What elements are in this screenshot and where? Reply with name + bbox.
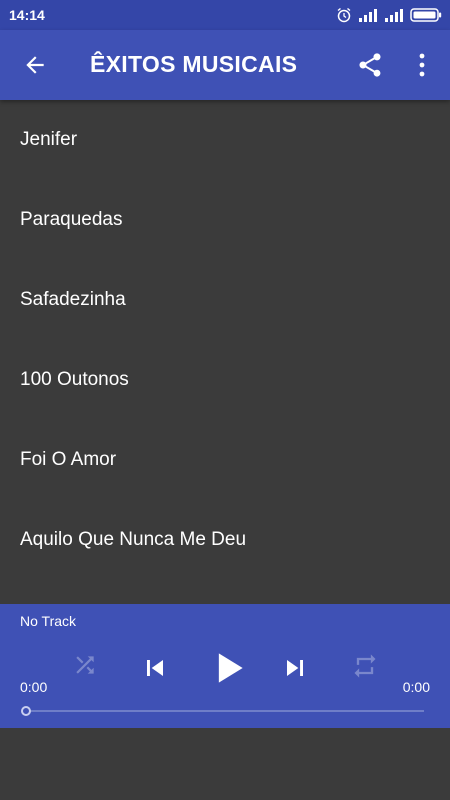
song-item[interactable]: Jenifer [0,100,450,180]
back-arrow-icon[interactable] [22,52,48,78]
play-icon[interactable] [206,646,250,690]
seek-thumb[interactable] [21,706,31,716]
share-icon[interactable] [356,51,384,79]
signal-icon [385,9,403,22]
repeat-icon[interactable] [351,652,379,680]
seek-bar[interactable] [26,710,424,712]
status-bar: 14:14 [0,0,450,30]
more-vert-icon[interactable] [412,52,432,78]
song-item[interactable]: Aquilo Que Nunca Me Deu [0,500,450,580]
song-list: Jenifer Paraquedas Safadezinha 100 Outon… [0,100,450,580]
status-icons [336,6,442,24]
song-item[interactable]: Paraquedas [0,180,450,260]
shuffle-icon[interactable] [72,652,98,678]
total-time: 0:00 [402,679,430,695]
song-item[interactable]: Safadezinha [0,260,450,340]
battery-icon [410,8,442,22]
elapsed-time: 0:00 [20,679,48,695]
song-item[interactable]: Foi O Amor [0,420,450,500]
track-name: No Track [20,613,77,629]
page-title: ÊXITOS MUSICAIS [90,51,298,77]
next-icon[interactable] [279,652,311,684]
player-panel: No Track 0:00 0:00 [0,604,450,728]
status-time: 14:14 [9,7,45,23]
bottom-area [0,728,450,800]
song-item[interactable]: 100 Outonos [0,340,450,420]
alarm-icon [337,7,351,23]
previous-icon[interactable] [139,652,171,684]
signal-icon [359,9,377,22]
app-bar: ÊXITOS MUSICAIS [0,30,450,100]
